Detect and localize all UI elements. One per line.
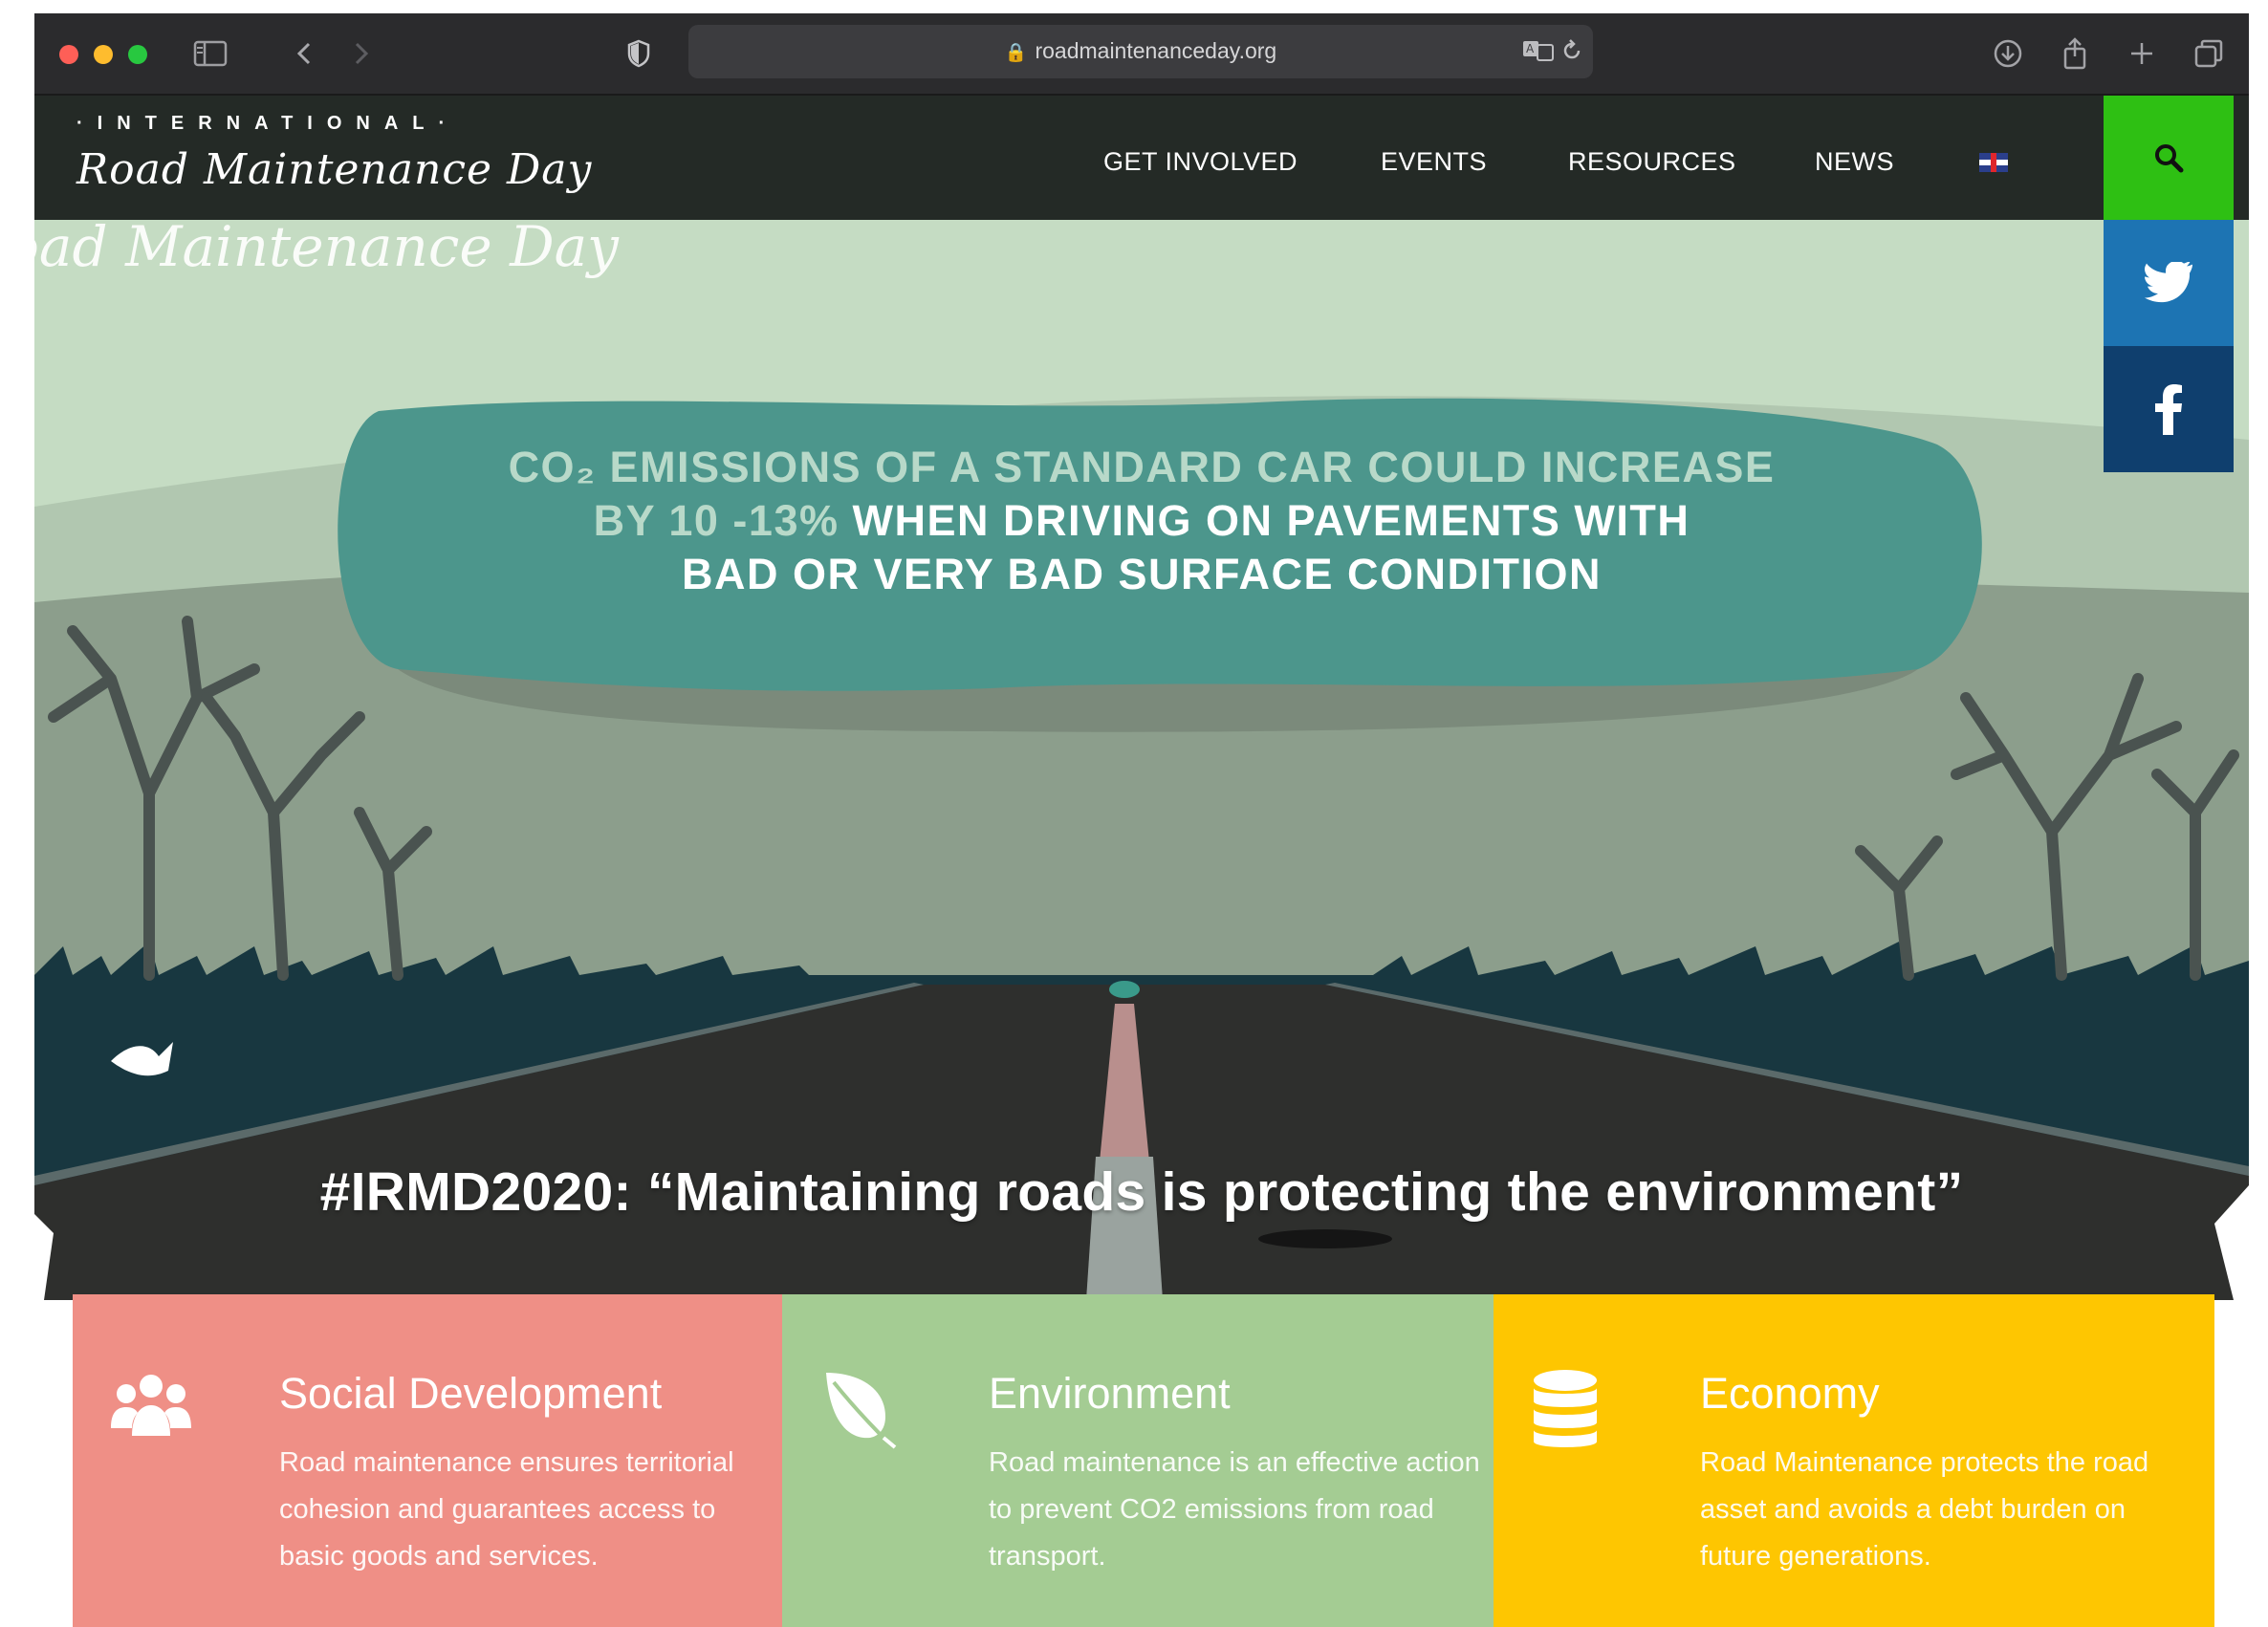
uk-flag-icon[interactable] (1979, 153, 2008, 172)
site-logo[interactable]: Road Maintenance Day (76, 145, 592, 194)
sidebar-icon[interactable] (191, 33, 229, 75)
forward-icon[interactable] (342, 33, 381, 75)
address-bar[interactable]: 🔒 roadmaintenanceday.org A (688, 25, 1593, 78)
hero-banner: oad Maintenance Day CO₂ EMISSIONS OF A S… (34, 220, 2249, 1300)
translate-icon[interactable]: A (1522, 38, 1555, 68)
fact-highlight: BY 10 -13% (593, 496, 840, 545)
lock-icon: 🔒 (1004, 43, 1028, 63)
hero-watermark: oad Maintenance Day (34, 220, 619, 279)
search-button[interactable] (2104, 96, 2234, 220)
logo-tagline[interactable]: ·INTERNATIONAL· (76, 113, 459, 135)
site-header: ·INTERNATIONAL· Road Maintenance Day GET… (34, 96, 2249, 220)
feature-economy[interactable]: Economy Road Maintenance protects the ro… (1494, 1294, 2214, 1627)
feature-social-development[interactable]: Social Development Road maintenance ensu… (73, 1294, 782, 1627)
minimize-window-button[interactable] (94, 45, 113, 64)
facebook-icon (2155, 384, 2182, 435)
database-icon (1532, 1369, 1599, 1454)
feature-title: Economy (1700, 1369, 1880, 1418)
back-icon[interactable] (285, 33, 323, 75)
url-text: roadmaintenanceday.org (1035, 38, 1277, 63)
share-icon[interactable] (2056, 33, 2094, 75)
hero-title[interactable]: #IRMD2020: “Maintaining roads is protect… (34, 1161, 2249, 1224)
fact-line-2: BY 10 -13% WHEN DRIVING ON PAVEMENTS WIT… (594, 494, 1690, 548)
shield-icon[interactable] (620, 33, 658, 75)
tabs-overview-icon[interactable] (2190, 33, 2228, 75)
feature-title: Environment (989, 1369, 1231, 1418)
url-display: 🔒 roadmaintenanceday.org (688, 38, 1593, 64)
feature-boxes: Social Development Road maintenance ensu… (73, 1294, 2214, 1627)
users-icon (111, 1369, 191, 1450)
fact-bubble: CO₂ EMISSIONS OF A STANDARD CAR COULD IN… (338, 373, 1945, 669)
facebook-share-button[interactable] (2104, 346, 2234, 472)
nav-resources[interactable]: RESOURCES (1568, 147, 1736, 177)
nav-get-involved[interactable]: GET INVOLVED (1103, 147, 1298, 177)
twitter-share-button[interactable] (2104, 220, 2234, 346)
fact-line-2-rest: WHEN DRIVING ON PAVEMENTS WITH (839, 496, 1690, 545)
new-tab-icon[interactable] (2123, 33, 2161, 75)
feature-text: Road maintenance ensures territorial coh… (279, 1447, 734, 1572)
download-icon[interactable] (1989, 33, 2027, 75)
fact-line-1: CO₂ EMISSIONS OF A STANDARD CAR COULD IN… (508, 443, 1776, 491)
feature-environment[interactable]: Environment Road maintenance is an effec… (782, 1294, 1494, 1627)
browser-toolbar: 🔒 roadmaintenanceday.org A (34, 13, 2249, 96)
feature-text: Road Maintenance protects the road asset… (1700, 1447, 2149, 1572)
zoom-window-button[interactable] (128, 45, 147, 64)
nav-news[interactable]: NEWS (1815, 147, 1894, 177)
feature-title: Social Development (279, 1369, 663, 1418)
leaf-icon (820, 1369, 901, 1454)
nav-events[interactable]: EVENTS (1381, 147, 1487, 177)
svg-text:A: A (1526, 42, 1535, 55)
search-icon (2155, 144, 2184, 173)
browser-window: 🔒 roadmaintenanceday.org A ·INTERNATIONAL… (34, 13, 2249, 1627)
reload-icon[interactable] (1560, 38, 1583, 68)
feature-text: Road maintenance is an effective action … (989, 1447, 1480, 1572)
twitter-icon (2145, 262, 2192, 303)
close-window-button[interactable] (59, 45, 78, 64)
fact-line-3: BAD OR VERY BAD SURFACE CONDITION (681, 550, 1603, 598)
